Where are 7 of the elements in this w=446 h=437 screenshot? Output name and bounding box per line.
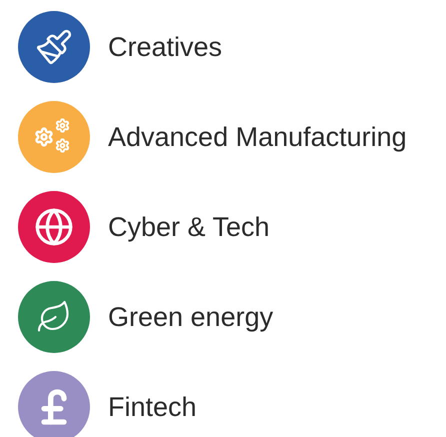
sector-label: Advanced Manufacturing xyxy=(108,120,407,154)
sector-label: Green energy xyxy=(108,300,274,334)
sector-label: Cyber & Tech xyxy=(108,210,270,244)
globe-icon xyxy=(34,207,74,247)
sector-label: Fintech xyxy=(108,390,197,424)
paintbrush-icon xyxy=(35,28,73,66)
sector-label: Creatives xyxy=(108,30,222,64)
